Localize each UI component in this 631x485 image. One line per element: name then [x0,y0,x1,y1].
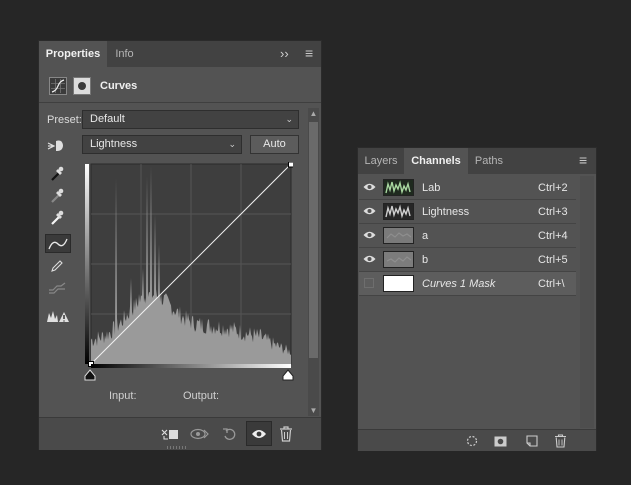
channel-thumbnail [383,179,414,196]
properties-tabbar: Properties Info ›› ≡ [39,41,321,67]
channel-row-curves-mask[interactable]: Curves 1 Mask Ctrl+\ [359,272,576,296]
delete-trash-icon[interactable] [552,432,568,449]
panel-menu-button[interactable]: ≡ [305,46,313,60]
visibility-eye-icon[interactable] [363,230,376,243]
vertical-gradient-bar [85,164,89,364]
chevron-down-icon: ⌄ [228,139,236,149]
gray-point-eyedropper-icon[interactable] [48,187,66,205]
channels-footer [358,429,596,451]
properties-panel: Properties Info ›› ≡ Curves Preset: Defa… [38,40,322,450]
load-selection-icon[interactable] [464,433,480,449]
layer-mask-icon[interactable] [73,77,91,95]
preset-label: Preset: [47,114,82,126]
channel-row-lab[interactable]: Lab Ctrl+2 [359,176,576,200]
channel-name: Lab [422,182,441,194]
edit-points-curve-icon[interactable] [45,234,71,253]
channel-value: Lightness [90,138,138,150]
clipping-warning-icon[interactable] [46,307,70,325]
new-channel-icon[interactable] [524,433,540,449]
channel-name: a [422,230,429,242]
white-point-eyedropper-icon[interactable] [48,209,66,227]
channel-row-b[interactable]: b Ctrl+5 [359,248,576,272]
save-selection-mask-icon[interactable] [492,433,508,449]
tab-properties[interactable]: Properties [39,41,107,67]
preset-value: Default [90,113,125,125]
channel-name: Curves 1 Mask [422,278,496,290]
horizontal-gradient-bar [91,364,291,368]
channel-shortcut: Ctrl+5 [538,254,568,266]
channel-thumbnail [383,251,414,268]
channel-shortcut: Ctrl+4 [538,230,568,242]
curves-adjustment-icon [49,77,67,95]
channels-tabbar: Layers Channels Paths ≡ [358,148,596,174]
channel-name: b [422,254,429,266]
black-point-eyedropper-icon[interactable] [48,165,66,183]
channel-name: Lightness [422,206,470,218]
scroll-thumb[interactable] [309,122,318,358]
visibility-checkbox[interactable] [364,278,374,288]
curve-point-highlights[interactable] [288,161,294,168]
delete-trash-icon[interactable] [276,424,296,444]
draw-curve-pencil-icon[interactable] [48,257,66,275]
input-label: Input: [109,390,137,402]
channel-row-lightness[interactable]: Lightness Ctrl+3 [359,200,576,224]
curves-graph[interactable] [85,161,294,368]
resize-grip[interactable] [167,446,187,449]
header-divider [39,102,321,103]
channel-shortcut: Ctrl+\ [538,278,565,290]
clip-to-layer-icon[interactable] [159,425,181,443]
tab-layers[interactable]: Layers [358,148,404,174]
tab-paths[interactable]: Paths [468,148,510,174]
tab-channels[interactable]: Channels [404,148,468,174]
scroll-down-arrow-icon[interactable]: ▼ [308,405,319,416]
scroll-up-arrow-icon[interactable]: ▲ [308,108,319,119]
mask-thumbnail [383,275,414,292]
collapse-panel-button[interactable]: ›› [280,47,289,60]
visibility-eye-icon[interactable] [363,206,376,219]
black-point-slider[interactable] [84,369,96,384]
visibility-eye-icon[interactable] [363,254,376,267]
channels-menu-button[interactable]: ≡ [579,153,587,167]
channel-thumbnail [383,203,414,220]
chevron-down-icon: ⌄ [285,114,293,124]
smooth-curve-icon[interactable] [47,279,67,297]
visibility-eye-icon[interactable] [363,182,376,195]
channel-thumbnail [383,227,414,244]
on-image-adjustment-tool-icon[interactable] [46,137,66,155]
visibility-eye-icon[interactable] [246,421,272,446]
panel-title: Curves [100,80,138,92]
reset-icon[interactable] [219,425,241,443]
properties-scrollbar[interactable]: ▲ ▼ [308,108,319,416]
channel-shortcut: Ctrl+2 [538,182,568,194]
channel-shortcut: Ctrl+3 [538,206,568,218]
channels-scrollbar[interactable] [580,176,594,428]
view-previous-state-icon[interactable] [189,425,211,443]
output-label: Output: [183,390,220,402]
channel-row-a[interactable]: a Ctrl+4 [359,224,576,248]
preset-dropdown[interactable]: Default ⌄ [82,110,299,129]
channel-dropdown[interactable]: Lightness ⌄ [82,135,242,154]
tab-info[interactable]: Info [107,41,142,67]
white-point-slider[interactable] [282,369,294,384]
auto-button[interactable]: Auto [250,135,299,154]
channels-panel: Layers Channels Paths ≡ Lab Ctrl+2 Light… [357,147,597,451]
